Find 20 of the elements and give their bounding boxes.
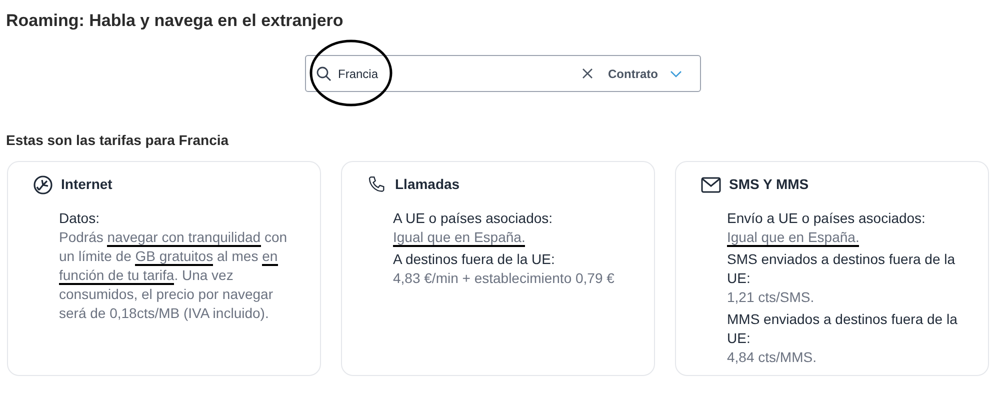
search-value: Francia <box>338 66 378 82</box>
rate-label: A UE o países asociados: <box>393 209 553 228</box>
rate-value: Igual que en España. <box>727 228 860 247</box>
section-label: Estas son las tarifas para Francia <box>6 131 229 150</box>
rate-value: 1,21 cts/SMS. <box>727 288 814 307</box>
filter-dropdown[interactable]: Contrato <box>608 64 658 82</box>
card-title: SMS Y MMS <box>729 175 809 194</box>
card-title: Internet <box>61 175 112 194</box>
rate-label: Envío a UE o países asociados: <box>727 209 926 228</box>
rate-value: 4,83 €/min + establecimiento 0,79 € <box>393 269 614 288</box>
rate-label: SMS enviados a destinos fuera de la UE: <box>727 250 956 288</box>
search-field[interactable]: Francia Contrato <box>305 55 701 92</box>
rate-value: Podrás navegar con tranquilidad con un límite de GB gratuitos al mes en función de tu tarifa. Una vez consumidos, el precio por navegar será de 0,18cts/MB (IVA incluido). <box>59 228 288 323</box>
rate-label: MMS enviados a destinos fuera de la UE: <box>727 310 958 348</box>
card-title: Llamadas <box>395 175 460 194</box>
page-title: Roaming: Habla y navega en el extranjero <box>6 10 344 32</box>
rate-value: 4,84 cts/MMS. <box>727 348 816 367</box>
rate-value: Igual que en España. <box>393 228 526 247</box>
rate-label: A destinos fuera de la UE: <box>393 250 555 269</box>
rate-label: Datos: <box>59 209 100 228</box>
